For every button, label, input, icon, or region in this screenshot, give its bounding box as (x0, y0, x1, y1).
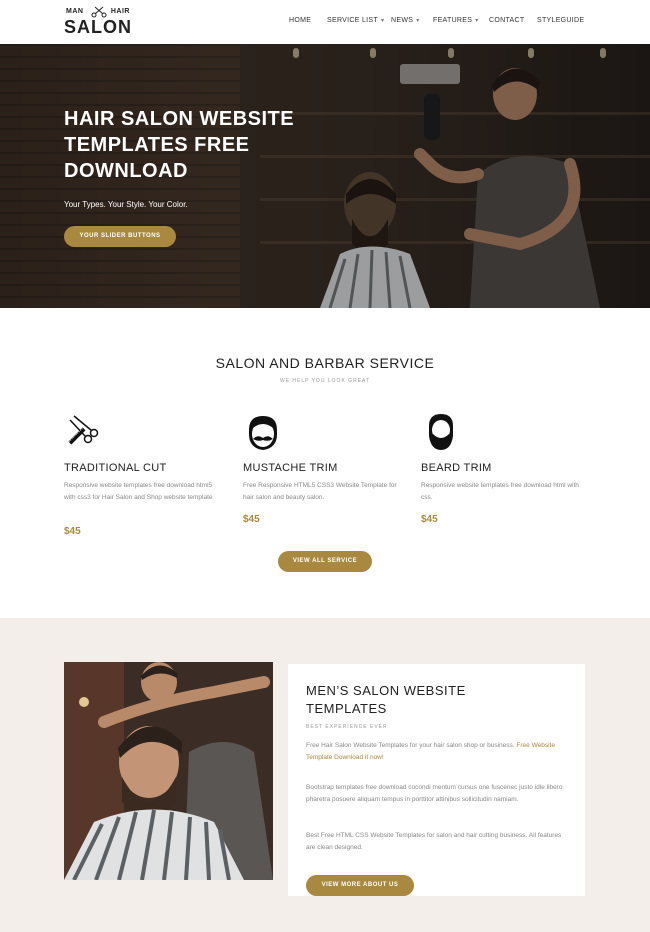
about-paragraph-3: Best Free HTML CSS Website Templates for… (306, 832, 562, 851)
mustache-face-icon (249, 416, 277, 450)
service-name: MUSTACHE TRIM (243, 462, 338, 474)
barber-photo-illustration (64, 662, 273, 880)
nav-service-list[interactable]: SERVICE LIST ▾ (327, 17, 384, 24)
about-paragraph-2: Bootstrap templates free download cocond… (306, 784, 563, 803)
nav-service-list-label: SERVICE LIST (327, 17, 378, 24)
site-logo[interactable]: MAN HAIR SALON (64, 6, 134, 38)
slider-button[interactable]: YOUR SLIDER BUTTONS (64, 226, 176, 247)
service-description: Free Responsive HTML5 CSS3 Website Templ… (243, 482, 397, 501)
logo-top-left: MAN (66, 8, 84, 15)
services-section: SALON AND BARBAR SERVICE WE HELP YOU LOO… (0, 308, 650, 618)
service-price: $45 (421, 514, 438, 525)
scissors-comb-icon (68, 415, 99, 445)
service-description: Responsive website templates free downlo… (64, 482, 213, 501)
nav-features-label: FEATURES (433, 17, 473, 24)
nav-news-label: NEWS (391, 17, 414, 24)
services-title: SALON AND BARBAR SERVICE (215, 355, 435, 371)
nav-contact[interactable]: CONTACT (489, 17, 524, 24)
logo-top-right: HAIR (110, 8, 130, 15)
logo-main-word: SALON (64, 17, 132, 37)
site-header: MAN HAIR SALON HOME SERVICE LIST ▾ NEWS ▾ … (0, 0, 650, 44)
service-price: $45 (243, 514, 260, 525)
nav-home[interactable]: HOME (289, 17, 311, 24)
about-card: MEN’S SALON WEBSITE TEMPLATES BEST EXPER… (288, 664, 585, 896)
services-subtitle: WE HELP YOU LOOK GREAT (279, 378, 371, 384)
view-all-service-button[interactable]: VIEW ALL SERVICE (278, 551, 372, 572)
nav-features[interactable]: FEATURES ▾ (433, 17, 479, 24)
chevron-down-icon: ▾ (416, 18, 420, 24)
about-paragraph-1: Free Hair Salon Website Templates for yo… (306, 740, 568, 764)
beard-face-icon (429, 414, 453, 450)
about-section: MEN’S SALON WEBSITE TEMPLATES BEST EXPER… (0, 618, 650, 932)
service-price: $45 (64, 526, 81, 537)
nav-home-label: HOME (289, 17, 312, 24)
nav-news[interactable]: NEWS ▾ (391, 17, 420, 24)
view-more-about-button[interactable]: VIEW MORE ABOUT US (306, 875, 414, 896)
nav-contact-label: CONTACT (489, 17, 525, 24)
hero-slider: HAIR SALON WEBSITE TEMPLATES FREE DOWNLO… (0, 44, 650, 308)
nav-styleguide-label: STYLEGUIDE (537, 17, 585, 24)
service-description: Responsive website templates free downlo… (421, 482, 579, 501)
about-photo (64, 662, 273, 880)
service-name: BEARD TRIM (421, 462, 492, 474)
chevron-down-icon: ▾ (475, 18, 479, 24)
nav-styleguide[interactable]: STYLEGUIDE (537, 17, 584, 24)
about-tagline: BEST EXPERIENCE EVER (306, 724, 388, 730)
about-paragraph-1-text: Free Hair Salon Website Templates for yo… (306, 742, 515, 749)
hero-subtitle: Your Types. Your Style. Your Color. (64, 200, 188, 209)
about-title: MEN’S SALON WEBSITE TEMPLATES (306, 683, 466, 716)
chevron-down-icon: ▾ (380, 18, 385, 24)
hero-title: HAIR SALON WEBSITE TEMPLATES FREE DOWNLO… (64, 108, 295, 182)
service-name: TRADITIONAL CUT (64, 462, 167, 474)
